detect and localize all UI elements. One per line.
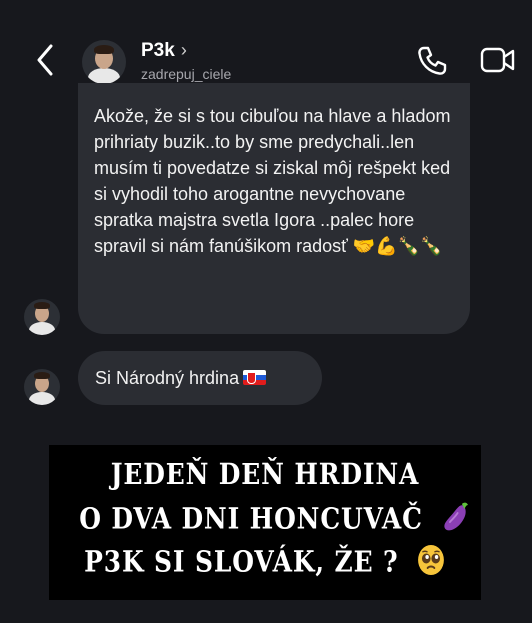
message-text: Si Národný hrdina: [95, 368, 240, 388]
eggplant-icon: [441, 500, 470, 541]
pleading-face-icon: [417, 543, 446, 584]
phone-icon: [418, 46, 447, 75]
banner-line: JEDEŇ DEŇ HRDINA: [110, 457, 420, 491]
banner-line: O DVA DNI HONCUVAČ: [79, 500, 468, 541]
back-button[interactable]: [30, 40, 60, 80]
chat-header: P3k › zadrepuj_ciele: [0, 0, 532, 96]
message-bubble[interactable]: Si Národný hrdina: [78, 351, 322, 405]
avatar[interactable]: [82, 40, 126, 84]
banner-line-text: O DVA DNI HONCUVAČ: [79, 501, 423, 536]
call-button[interactable]: [416, 45, 448, 77]
contact-name[interactable]: P3k: [141, 40, 175, 62]
slovakia-flag-icon: [243, 370, 267, 385]
sender-avatar[interactable]: [24, 299, 60, 335]
chevron-left-icon: [37, 44, 53, 76]
video-camera-icon: [480, 47, 515, 73]
contact-info[interactable]: P3k › zadrepuj_ciele: [141, 40, 231, 82]
banner-line-text: P3K SI SLOVÁK, ŽE ?: [84, 544, 399, 579]
video-call-button[interactable]: [480, 46, 516, 74]
caption-banner: JEDEŇ DEŇ HRDINA O DVA DNI HONCUVAČ P3K …: [49, 445, 481, 600]
contact-username: zadrepuj_ciele: [141, 66, 232, 82]
message-bubble[interactable]: Akože, že si s tou cibuľou na hlave a hl…: [78, 83, 470, 334]
banner-line: P3K SI SLOVÁK, ŽE ?: [79, 543, 451, 584]
chevron-right-icon: ›: [180, 40, 187, 60]
sender-avatar[interactable]: [24, 369, 60, 405]
